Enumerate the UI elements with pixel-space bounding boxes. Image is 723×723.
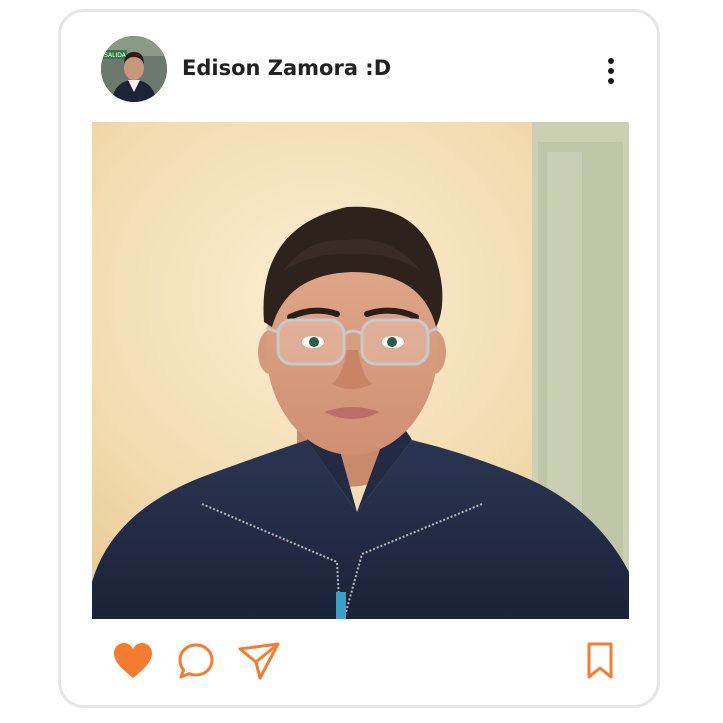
- bookmark-icon[interactable]: [585, 641, 615, 681]
- post-photo[interactable]: [92, 122, 629, 619]
- portrait-image: [92, 122, 629, 619]
- action-bar: [61, 637, 657, 687]
- post-header: SALIDA Edison Zamora :D: [61, 12, 657, 122]
- post-card: SALIDA Edison Zamora :D: [58, 9, 660, 708]
- heart-icon[interactable]: [112, 641, 154, 681]
- more-vertical-icon[interactable]: [597, 56, 625, 86]
- comment-bubble-icon[interactable]: [176, 641, 216, 681]
- paper-plane-icon[interactable]: [237, 641, 281, 681]
- avatar-sign-text: SALIDA: [104, 52, 127, 59]
- username[interactable]: Edison Zamora :D: [182, 56, 391, 80]
- avatar-image: SALIDA: [101, 36, 167, 102]
- avatar[interactable]: SALIDA: [101, 36, 167, 102]
